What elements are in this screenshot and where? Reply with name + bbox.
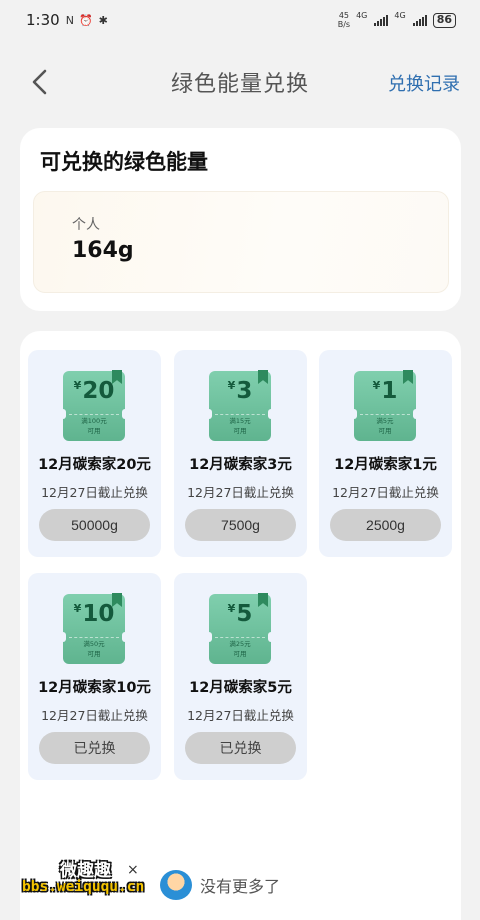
coupon-name: 12月碳索家20元 (38, 457, 151, 473)
coupon-name: 12月碳索家5元 (189, 680, 292, 696)
coupon-condition: 满100元可用 (63, 416, 125, 436)
chevron-left-icon[interactable] (28, 68, 52, 96)
coupon-amount: ¥1 (354, 378, 416, 404)
coupon-deadline: 12月27日截止兑换 (41, 708, 148, 723)
coupon-usable: 可用 (87, 427, 101, 435)
coupon-ticket-icon: ¥20 满100元可用 (60, 370, 128, 441)
coupon-list: ¥20 满100元 可用 12月碳索家20元 12月27日截止兑换 50000g … (20, 331, 461, 920)
ticket-divider (69, 637, 119, 638)
page-title: 绿色能量兑换 (170, 72, 309, 97)
coupon-amount: ¥3 (209, 378, 271, 404)
watermark-close-mark: × (127, 862, 139, 878)
coupon-usable: 可用 (233, 650, 247, 658)
coupon-threshold: 满5元 (376, 417, 394, 425)
exchange-records-link[interactable]: 兑换记录 (388, 70, 460, 96)
watermark-title: 微趣趣 (60, 861, 111, 881)
network-speed: 45 B/s (338, 11, 350, 29)
page-header: 绿色能量兑换 兑换记录 (0, 52, 480, 112)
status-time: 1:30 (26, 11, 60, 29)
ticket-divider (215, 414, 265, 415)
coupon-card[interactable]: ¥10 满50元可用 12月碳索家10元 12月27日截止兑换 已兑换 (28, 573, 161, 780)
currency-symbol: ¥ (227, 379, 236, 392)
ticket-divider (69, 414, 119, 415)
signal-icon (374, 14, 389, 26)
watermark: 微趣趣 × bbs.weiququ.cn (0, 852, 160, 902)
signal-icon (412, 14, 427, 26)
energy-card-title: 可兑换的绿色能量 (40, 150, 208, 174)
battery-icon: 86 (432, 12, 456, 28)
coupon-card[interactable]: ¥5 满25元可用 12月碳索家5元 12月27日截止兑换 已兑换 (174, 573, 307, 780)
personal-energy-value: 164g (72, 238, 134, 263)
currency-symbol: ¥ (227, 602, 236, 615)
network-speed-unit: B/s (337, 20, 351, 29)
coupon-ticket-icon: ¥5 满25元可用 (206, 593, 274, 664)
mascot-icon (160, 870, 192, 900)
network-type-1: 4G (356, 11, 368, 20)
coupon-threshold: 满100元 (81, 417, 107, 425)
coupon-card[interactable]: ¥3 满15元可用 12月碳索家3元 12月27日截止兑换 7500g (174, 350, 307, 557)
coupon-ticket-icon: ¥10 满50元可用 (60, 593, 128, 664)
personal-energy-label: 个人 (72, 217, 100, 233)
coupon-threshold: 满15元 (229, 417, 251, 425)
coupon-card[interactable]: ¥1 满5元可用 12月碳索家1元 12月27日截止兑换 2500g (319, 350, 452, 557)
no-more-text: 没有更多了 (200, 877, 281, 896)
redeem-button[interactable]: 50000g (39, 509, 150, 541)
currency-symbol: ¥ (73, 379, 82, 392)
coupon-amount-value: 1 (381, 378, 398, 404)
ticket-divider (360, 414, 410, 415)
coupon-amount: ¥10 (63, 601, 125, 627)
coupon-deadline: 12月27日截止兑换 (332, 485, 439, 500)
coupon-usable: 可用 (378, 427, 392, 435)
coupon-amount: ¥5 (209, 601, 271, 627)
coupon-threshold: 满50元 (83, 640, 105, 648)
network-type-2: 4G (394, 11, 406, 20)
currency-symbol: ¥ (372, 379, 381, 392)
coupon-name: 12月碳索家3元 (189, 457, 292, 473)
coupon-condition: 满15元可用 (209, 416, 271, 436)
ticket-divider (215, 637, 265, 638)
coupon-amount-value: 10 (82, 601, 115, 627)
redeemed-button[interactable]: 已兑换 (39, 732, 150, 764)
energy-card: 可兑换的绿色能量 个人 164g (20, 128, 461, 311)
coupon-deadline: 12月27日截止兑换 (187, 708, 294, 723)
list-end-note: 没有更多了 (160, 870, 280, 900)
coupon-name: 12月碳索家1元 (334, 457, 437, 473)
coupon-amount-value: 5 (236, 601, 253, 627)
coupon-usable: 可用 (87, 650, 101, 658)
redeemed-button[interactable]: 已兑换 (185, 732, 296, 764)
coupon-name: 12月碳索家10元 (38, 680, 151, 696)
redeem-button[interactable]: 2500g (330, 509, 441, 541)
coupon-amount-value: 3 (236, 378, 253, 404)
status-bar: 1:30 N ⏰ ✱ 45 B/s 4G 4G 86 (0, 0, 480, 40)
coupon-threshold: 满25元 (229, 640, 251, 648)
coupon-usable: 可用 (233, 427, 247, 435)
coupon-deadline: 12月27日截止兑换 (41, 485, 148, 500)
status-left: 1:30 N ⏰ ✱ (26, 11, 109, 29)
coupon-amount-value: 20 (82, 378, 115, 404)
coupon-condition: 满50元可用 (63, 639, 125, 659)
currency-symbol: ¥ (73, 602, 82, 615)
coupon-ticket-icon: ¥3 满15元可用 (206, 370, 274, 441)
status-right: 45 B/s 4G 4G 86 (338, 11, 456, 29)
personal-energy-box: 个人 164g (33, 191, 449, 293)
redeem-button[interactable]: 7500g (185, 509, 296, 541)
network-speed-value: 45 (338, 11, 349, 20)
coupon-deadline: 12月27日截止兑换 (187, 485, 294, 500)
coupon-ticket-icon: ¥1 满5元可用 (351, 370, 419, 441)
coupon-condition: 满25元可用 (209, 639, 271, 659)
coupon-amount: ¥20 (63, 378, 125, 404)
coupon-card[interactable]: ¥20 满100元可用 12月碳索家20元 12月27日截止兑换 50000g (28, 350, 161, 557)
status-indicator-icons: N ⏰ ✱ (65, 13, 109, 27)
coupon-condition: 满5元可用 (354, 416, 416, 436)
watermark-url: bbs.weiququ.cn (22, 879, 145, 895)
